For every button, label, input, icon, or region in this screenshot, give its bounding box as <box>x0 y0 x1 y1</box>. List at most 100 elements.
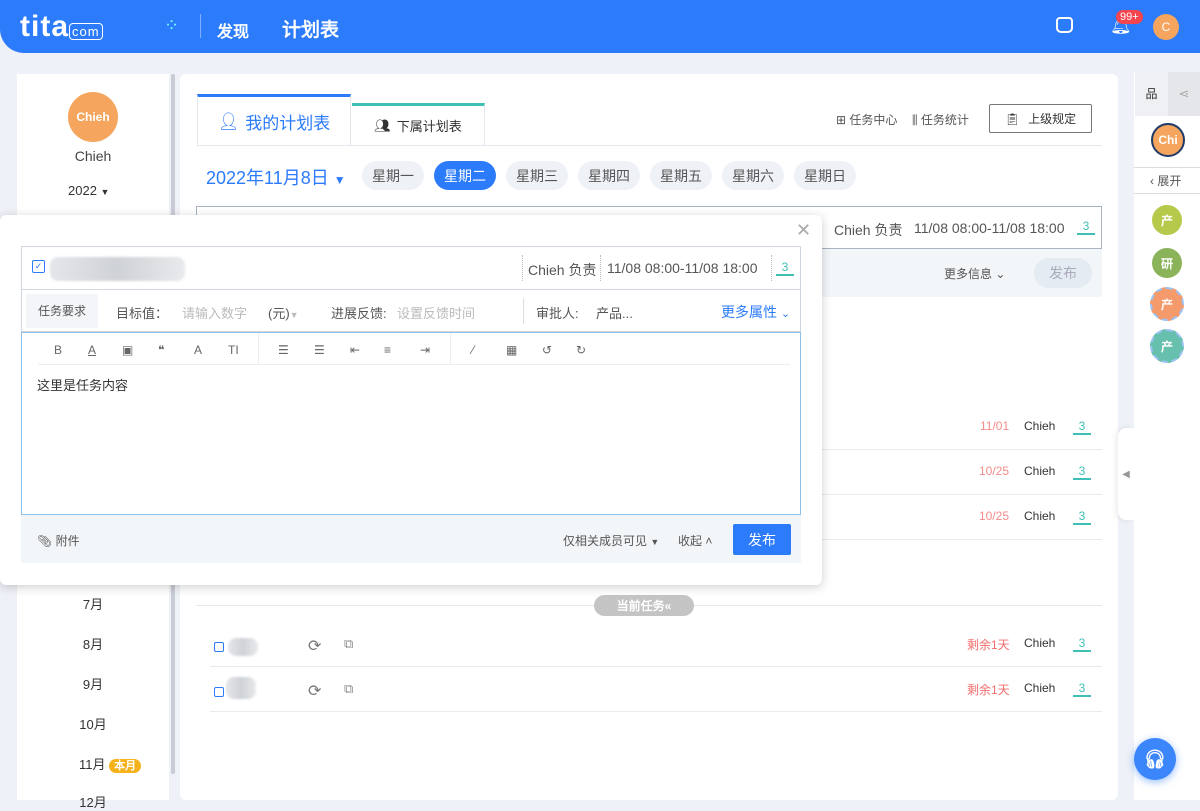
divider <box>1134 167 1200 168</box>
copy-icon[interactable]: ⧉ <box>344 681 353 697</box>
repeat-icon[interactable]: ⟳ <box>308 681 321 701</box>
owner-field[interactable]: Chieh 负责 <box>528 260 596 280</box>
expand-button[interactable]: ‹ 展开 <box>1150 172 1181 189</box>
date-picker[interactable]: 2022年11月8日 ▼ <box>206 164 346 190</box>
divider <box>1134 193 1200 194</box>
publish-button-disabled[interactable]: 发布 <box>1034 258 1092 288</box>
weekday-sat[interactable]: 星期六 <box>722 161 784 190</box>
current-tasks-toggle[interactable]: 当前任务 « <box>594 595 694 616</box>
alarm-icon[interactable]: 3 <box>1073 464 1091 480</box>
weekday-wed[interactable]: 星期三 <box>506 161 568 190</box>
owner: Chieh <box>1024 636 1056 650</box>
content-area[interactable]: 这里是任务内容 <box>37 375 128 394</box>
copy-icon[interactable]: ⧉ <box>344 636 353 652</box>
year-selector[interactable]: 2022 ▼ <box>68 183 109 198</box>
superior-rules-button[interactable]: 📋︎ 上级规定 <box>989 104 1092 133</box>
table-row[interactable]: ⟳ ⧉ 剩余1天 Chieh 3 <box>210 667 1102 712</box>
logo[interactable]: tita com <box>20 10 103 44</box>
repeat-icon[interactable]: ⟳ <box>308 636 321 656</box>
time-field[interactable]: 11/08 08:00-11/08 18:00 <box>607 260 758 276</box>
nav-discover[interactable]: 发现 <box>217 18 249 42</box>
org-chart-tab[interactable]: 品 <box>1135 72 1168 116</box>
approver-field[interactable]: 产品... <box>596 303 633 322</box>
font-size-icon[interactable]: A <box>194 343 202 357</box>
more-properties-button[interactable]: 更多属性 ⌄ <box>721 302 790 322</box>
alarm-icon[interactable]: 3 <box>1073 509 1091 525</box>
table-icon[interactable]: ▦ <box>506 343 517 357</box>
heading-icon[interactable]: TI <box>228 343 239 357</box>
group-avatar[interactable]: 研 <box>1152 248 1182 278</box>
owner: Chieh <box>1024 464 1056 478</box>
alarm-icon[interactable]: 3 <box>1073 681 1091 697</box>
tab-subordinate-plan[interactable]: 👥︎ 下属计划表 <box>352 103 485 145</box>
align-center-icon[interactable]: ≡ <box>384 343 391 357</box>
customer-service-button[interactable]: 🎧︎ <box>1134 738 1176 780</box>
task-stats-link[interactable]: ⫼ 任务统计 <box>912 111 969 128</box>
weekday-tue[interactable]: 星期二 <box>434 161 496 190</box>
user-avatar[interactable]: C <box>1153 14 1179 40</box>
outdent-icon[interactable]: ⇤ <box>350 343 360 357</box>
publish-button[interactable]: 发布 <box>733 524 791 555</box>
tab-my-plan[interactable]: 👤︎ 我的计划表 <box>197 94 351 146</box>
weekday-sun[interactable]: 星期日 <box>794 161 856 190</box>
group-avatar[interactable]: 产 <box>1150 287 1184 321</box>
table-row[interactable]: ⟳ ⧉ 剩余1天 Chieh 3 <box>210 622 1102 667</box>
target-input[interactable]: 请输入数字 <box>182 303 247 322</box>
month-item[interactable]: 11月 本月 <box>79 754 142 773</box>
group-avatar[interactable]: 产 <box>1150 329 1184 363</box>
weekday-mon[interactable]: 星期一 <box>362 161 424 190</box>
bold-icon[interactable]: B <box>54 343 62 357</box>
close-icon[interactable]: ✕ <box>796 220 811 241</box>
task-checkbox[interactable] <box>214 687 224 697</box>
this-month-badge: 本月 <box>109 759 142 773</box>
nav-plan[interactable]: 计划表 <box>282 15 339 42</box>
image-icon[interactable]: ▣ <box>122 343 133 357</box>
alarm-icon[interactable]: 3 <box>1073 419 1091 435</box>
group-avatar[interactable]: 产 <box>1152 205 1182 235</box>
undo-icon[interactable]: ↺ <box>542 343 552 357</box>
editor-time[interactable]: 11/08 08:00-11/08 18:00 <box>914 220 1065 236</box>
editor-owner[interactable]: Chieh 负责 <box>834 220 902 240</box>
month-item[interactable]: 8月 <box>17 634 169 653</box>
month-item[interactable]: 9月 <box>17 674 169 693</box>
redo-icon[interactable]: ↻ <box>576 343 586 357</box>
weekday-fri[interactable]: 星期五 <box>650 161 712 190</box>
month-item[interactable]: 12月 <box>17 792 169 811</box>
weekday-thu[interactable]: 星期四 <box>578 161 640 190</box>
feedback-time-input[interactable]: 设置反馈时间 <box>397 303 475 322</box>
task-center-link[interactable]: ⊞ 任务中心 <box>836 111 897 128</box>
month-item[interactable]: 10月 <box>17 714 169 733</box>
alarm-icon[interactable]: 3 <box>776 260 794 276</box>
indent-icon[interactable]: ⇥ <box>420 343 430 357</box>
target-label: 目标值： <box>116 306 169 321</box>
task-checkbox[interactable] <box>214 642 224 652</box>
profile-name: Chieh <box>74 148 112 164</box>
task-check-icon[interactable]: ✓ <box>32 260 45 273</box>
alarm-icon[interactable]: 3 <box>1073 636 1091 652</box>
more-info-button[interactable]: 更多信息 ⌄ <box>944 265 1005 282</box>
numbered-list-icon[interactable]: ☰ <box>314 343 325 357</box>
quote-icon[interactable]: ❝ <box>158 343 164 357</box>
apps-icon[interactable]: ⁘ <box>164 15 179 36</box>
eraser-icon[interactable]: ⁄ <box>472 343 474 357</box>
collapse-button[interactable]: 收起 ˄ <box>678 532 712 549</box>
alarm-icon[interactable]: 3 <box>1077 219 1095 235</box>
blurred-title <box>226 677 256 699</box>
attachment-button[interactable]: 📎︎ 附件 <box>37 532 80 549</box>
bullet-list-icon[interactable]: ☰ <box>278 343 289 357</box>
collapse-right-panel-handle[interactable]: ◀ <box>1118 428 1134 520</box>
font-color-icon[interactable]: A <box>88 343 96 357</box>
caret-down-icon: ▼ <box>100 187 110 197</box>
caret-down-icon: ▼ <box>333 173 346 187</box>
divider <box>200 14 201 38</box>
share-tab[interactable]: ⋖ <box>1168 72 1200 116</box>
task-edit-popup: ✕ ✓ Chieh 负责 11/08 08:00-11/08 18:00 3 任… <box>0 215 822 585</box>
divider <box>523 298 524 324</box>
home-icon[interactable] <box>1056 17 1073 33</box>
unit-select[interactable]: (元)▼ <box>268 303 299 322</box>
my-avatar[interactable]: Chi <box>1151 123 1185 157</box>
visibility-select[interactable]: 仅相关成员可见 ▼ <box>563 532 659 549</box>
month-item[interactable]: 7月 <box>17 594 169 613</box>
task-requirements-tab[interactable]: 任务要求 <box>26 294 98 328</box>
task-header: ✓ Chieh 负责 11/08 08:00-11/08 18:00 3 <box>21 246 801 290</box>
